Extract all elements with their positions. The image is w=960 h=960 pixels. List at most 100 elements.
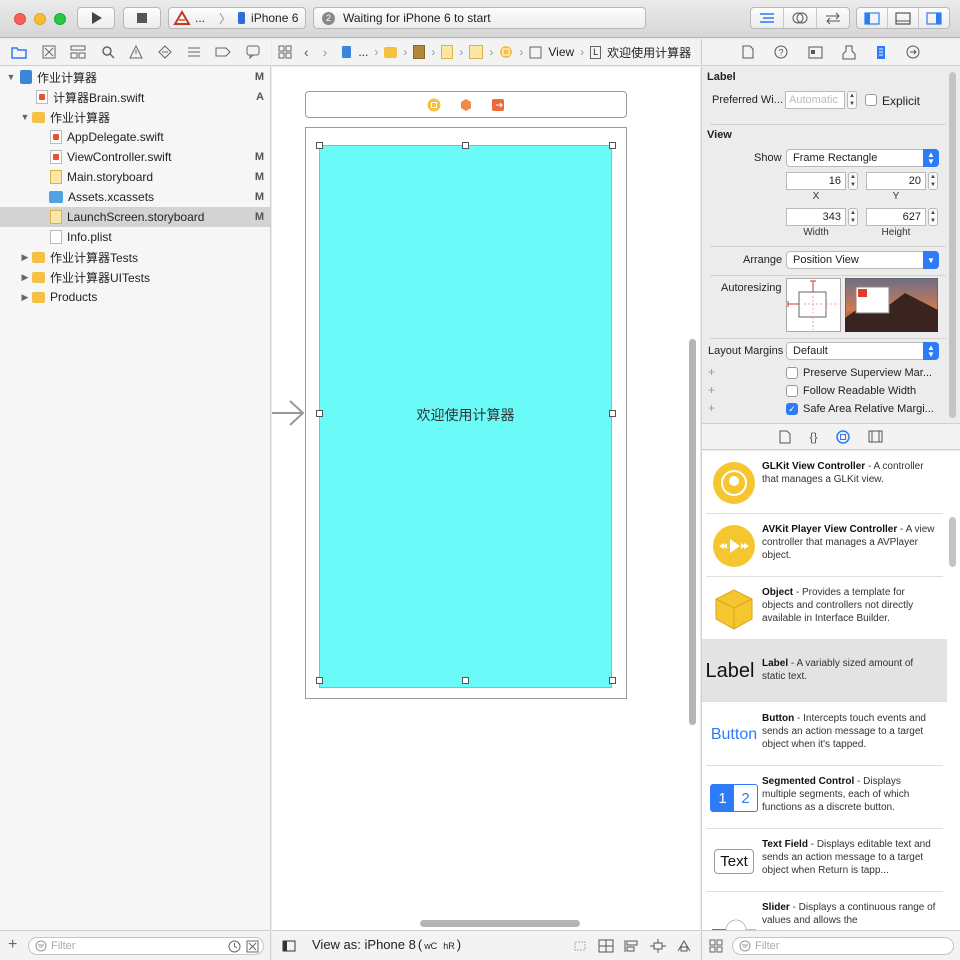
tree-row-launchscreen[interactable]: LaunchScreen.storyboard M (0, 207, 270, 227)
document-outline-toggle-icon[interactable] (282, 940, 296, 952)
scene-list-crumb-icon[interactable] (469, 45, 484, 59)
project-crumb-icon[interactable] (341, 45, 352, 59)
run-button[interactable] (77, 7, 115, 29)
library-filter-input[interactable]: Filter (732, 937, 954, 955)
y-stepper[interactable]: ▲ ▼ (928, 172, 938, 190)
help-inspector-icon[interactable]: ? (774, 45, 788, 59)
add-variation-icon[interactable]: + (708, 401, 715, 415)
library-item-text-field[interactable]: Text Text Field - Displays editable text… (706, 829, 943, 892)
x-stepper[interactable]: ▲ ▼ (848, 172, 858, 190)
library-item-slider[interactable]: Slider - Displays a continuous range of … (706, 892, 943, 930)
grid-view-icon[interactable] (709, 939, 723, 953)
code-snippet-icon[interactable]: {} (809, 430, 817, 444)
breadcrumb-view[interactable]: View (548, 45, 574, 59)
x-field[interactable]: 16 (786, 172, 846, 190)
y-field[interactable]: 20 (866, 172, 926, 190)
tree-row-info-plist[interactable]: Info.plist (0, 227, 270, 247)
tree-row-main-storyboard[interactable]: Main.storyboard M (0, 167, 270, 187)
resolve-issues-icon[interactable] (676, 939, 692, 953)
toggle-inspector-button[interactable] (919, 8, 949, 28)
first-responder-icon[interactable] (459, 98, 473, 112)
show-popup[interactable]: Frame Rectangle ▲ ▼ (786, 149, 939, 167)
navigator-filter-input[interactable]: Filter (28, 937, 264, 955)
warning-icon[interactable] (129, 45, 144, 59)
close-window-button[interactable] (14, 13, 26, 25)
object-library-icon[interactable] (835, 429, 850, 444)
toggle-navigator-button[interactable] (857, 8, 888, 28)
layout-margins-popup[interactable]: Default ▲ ▼ (786, 342, 939, 360)
library-item-glkit-view-controller[interactable]: GLKit View Controller - A controller tha… (706, 451, 943, 514)
media-library-icon[interactable] (868, 430, 883, 443)
tree-row-uitests[interactable]: ▶ 作业计算器UITests (0, 267, 270, 287)
preserve-superview-margins-checkbox[interactable] (786, 367, 798, 379)
horizontal-scrollbar[interactable] (420, 920, 580, 927)
add-variation-icon[interactable]: + (708, 383, 715, 397)
minimize-window-button[interactable] (34, 13, 46, 25)
update-frames-icon[interactable] (572, 939, 588, 953)
library-item-segmented-control[interactable]: 1 2 Segmented Control - Displays multipl… (706, 766, 943, 829)
tree-row-appdelegate[interactable]: AppDelegate.swift (0, 127, 270, 147)
scene-crumb-icon[interactable] (441, 45, 454, 59)
add-variation-icon[interactable]: + (708, 365, 715, 379)
library-item-button[interactable]: Button Button - Intercepts touch events … (706, 703, 943, 766)
assistant-editor-button[interactable] (784, 8, 817, 28)
breakpoint-icon[interactable] (215, 46, 231, 58)
welcome-label[interactable]: 欢迎使用计算器 (417, 405, 515, 425)
resize-handle[interactable] (462, 677, 469, 684)
resize-handle[interactable] (609, 677, 616, 684)
view-as-device[interactable]: View as: iPhone 8 (wC hR) (312, 937, 461, 952)
view-crumb-icon[interactable] (529, 46, 542, 59)
size-inspector-icon[interactable] (876, 45, 886, 60)
stop-button[interactable] (123, 7, 161, 29)
preferred-width-field[interactable]: Automatic (785, 91, 845, 109)
library-scrollbar[interactable] (949, 517, 956, 567)
selected-view[interactable]: 欢迎使用计算器 (319, 145, 612, 688)
scm-filter-icon[interactable] (246, 940, 259, 953)
toggle-debug-area-button[interactable] (888, 8, 919, 28)
attributes-inspector-icon[interactable] (842, 45, 856, 60)
tree-row-group[interactable]: ▼ 作业计算器 (0, 107, 270, 127)
zoom-window-button[interactable] (54, 13, 66, 25)
file-template-icon[interactable] (779, 430, 791, 444)
tree-row-project[interactable]: ▼ 作业计算器 M (0, 67, 270, 87)
recent-clock-icon[interactable] (228, 940, 241, 953)
height-stepper[interactable]: ▲ ▼ (928, 208, 938, 226)
resize-handle[interactable] (316, 677, 323, 684)
folder-crumb-icon[interactable] (384, 46, 398, 58)
tree-row-brain-swift[interactable]: 计算器Brain.swift A (0, 87, 270, 107)
breadcrumb-ellipsis[interactable]: ... (358, 45, 368, 59)
related-items-grid-icon[interactable] (278, 45, 292, 59)
height-field[interactable]: 627 (866, 208, 926, 226)
explicit-checkbox[interactable] (865, 94, 877, 106)
tree-row-viewcontroller[interactable]: ViewController.swift M (0, 147, 270, 167)
resize-handle[interactable] (462, 142, 469, 149)
forward-chevron-icon[interactable]: › (323, 44, 328, 60)
add-icon[interactable]: + (8, 936, 17, 954)
library-item-object[interactable]: Object - Provides a template for objects… (706, 577, 943, 640)
inspector-scrollbar[interactable] (949, 72, 956, 418)
vertical-scrollbar[interactable] (689, 339, 696, 725)
tree-row-assets[interactable]: Assets.xcassets M (0, 187, 270, 207)
view-controller-icon[interactable] (427, 98, 441, 112)
resize-handle[interactable] (609, 142, 616, 149)
autoresizing-mask-control[interactable] (786, 278, 841, 332)
align-icon[interactable] (624, 939, 640, 953)
debug-list-icon[interactable] (187, 45, 201, 59)
source-control-icon[interactable] (42, 45, 56, 59)
standard-editor-button[interactable] (751, 8, 784, 28)
tree-row-products[interactable]: ▶ Products (0, 287, 270, 307)
safe-area-margins-checkbox[interactable]: ✓ (786, 403, 798, 415)
arrange-popup[interactable]: Position View ▼ (786, 251, 939, 269)
width-stepper[interactable]: ▲ ▼ (848, 208, 858, 226)
tree-row-tests[interactable]: ▶ 作业计算器Tests (0, 247, 270, 267)
follow-readable-width-checkbox[interactable] (786, 385, 798, 397)
breadcrumb-label[interactable]: 欢迎使用计算器 (607, 44, 691, 61)
resize-handle[interactable] (609, 410, 616, 417)
library-item-avkit-player[interactable]: AVKit Player View Controller - A view co… (706, 514, 943, 577)
view-controller-crumb-icon[interactable] (499, 45, 513, 59)
library-item-label[interactable]: Label Label - A variably sized amount of… (702, 639, 947, 702)
search-icon[interactable] (101, 45, 115, 59)
test-diamond-icon[interactable] (158, 45, 172, 59)
width-field[interactable]: 343 (786, 208, 846, 226)
add-constraints-icon[interactable] (650, 939, 666, 953)
